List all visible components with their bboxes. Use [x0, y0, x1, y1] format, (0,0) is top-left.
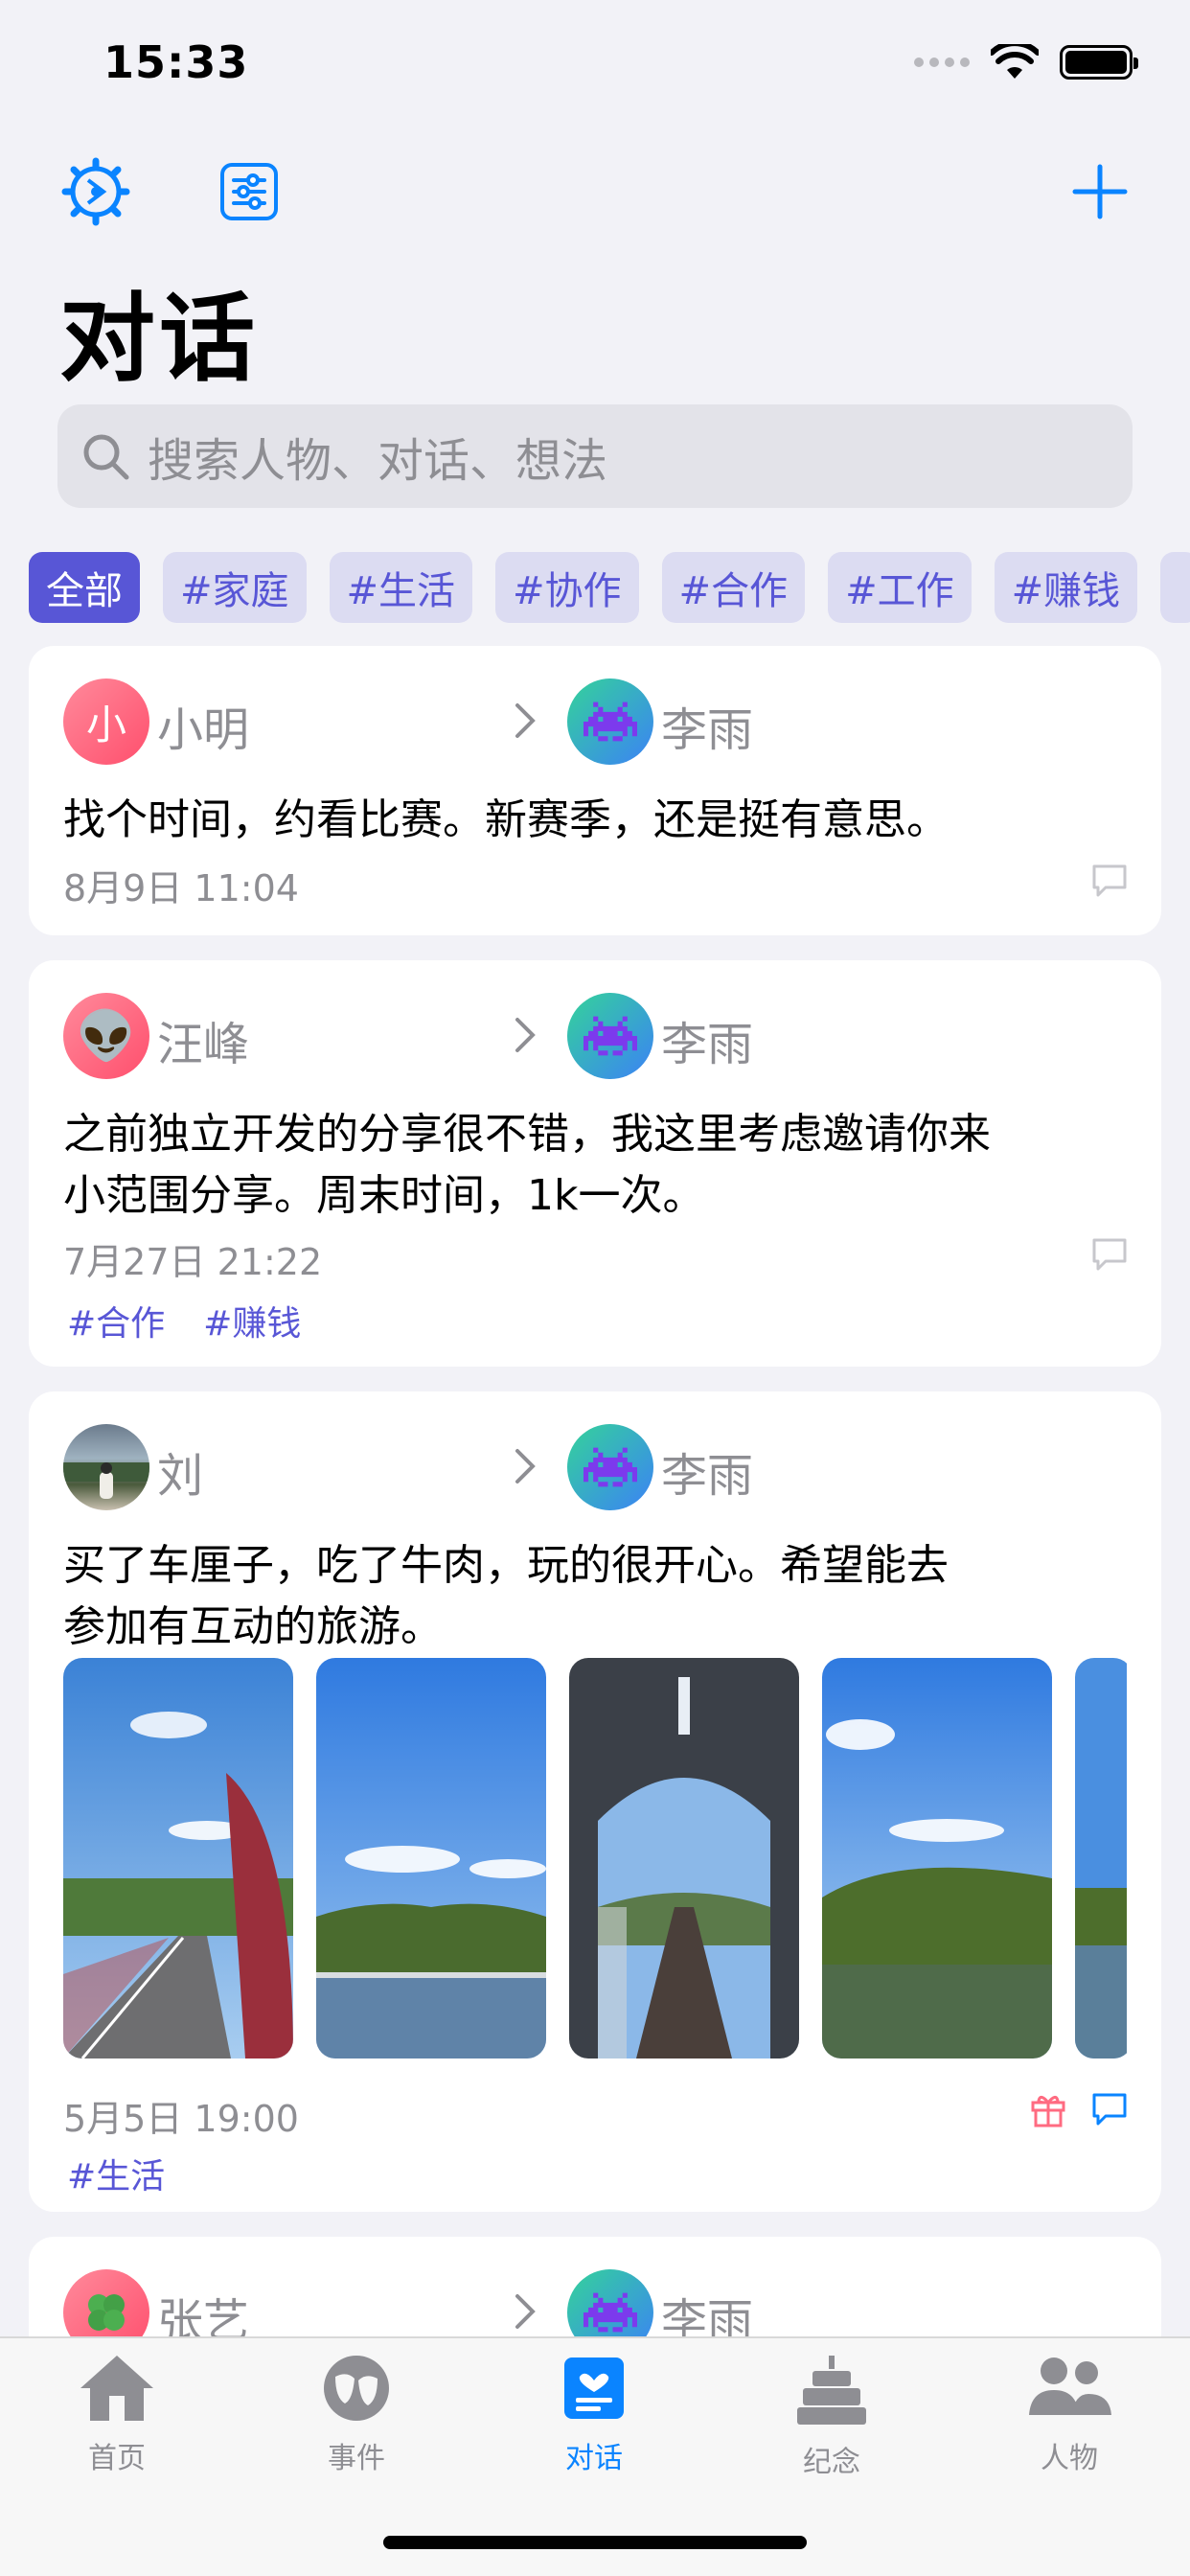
text-line: 找个时间，约看比赛。新赛季，还是挺有意思。 — [63, 795, 949, 844]
photo-thumbnail[interactable] — [316, 1658, 546, 2058]
from-name: 刘 — [157, 1449, 204, 1503]
avatar-initial: 小 — [85, 701, 126, 748]
alien-monster-icon — [584, 1016, 637, 1056]
alien-emoji-icon: 👽 — [76, 1007, 137, 1064]
chip-life[interactable]: #生活 — [329, 552, 473, 623]
chevron-right-icon — [515, 2294, 536, 2329]
from-name: 小明 — [157, 703, 250, 757]
to-name: 李雨 — [661, 1018, 754, 1071]
people-icon — [1029, 2358, 1111, 2415]
alien-monster-icon — [584, 702, 637, 742]
signal-icon — [914, 58, 970, 67]
chevron-right-icon — [515, 1018, 536, 1052]
tag-list: #合作 #赚钱 — [67, 1296, 301, 1346]
search-icon — [83, 434, 129, 480]
photo-thumbnail[interactable] — [822, 1658, 1052, 2058]
comment-bubble-icon[interactable] — [1090, 862, 1129, 899]
to-name: 李雨 — [661, 1449, 754, 1503]
chip-partner[interactable]: #合作 — [661, 552, 806, 623]
profile-photo — [63, 1462, 149, 1499]
page-title: 对话 — [59, 283, 259, 395]
battery-icon — [1060, 45, 1138, 80]
message-heart-icon — [564, 2358, 624, 2419]
status-bar: 15:33 — [0, 0, 1190, 125]
avatar[interactable] — [567, 1424, 653, 1510]
text-line: 之前独立开发的分享很不错，我这里考虑邀请你来 — [63, 1110, 991, 1159]
settings-gear-icon[interactable] — [57, 153, 134, 230]
participants-row: 小 小明 李雨 — [63, 678, 1127, 767]
tab-label: 事件 — [328, 2442, 385, 2475]
chip-family[interactable]: #家庭 — [163, 552, 307, 623]
participants-row: 刘 李雨 — [63, 1424, 1127, 1512]
photo-thumbnail[interactable] — [63, 1658, 293, 2058]
conversation-text: 买了车厘子，吃了牛肉，玩的很开心。希望能去 参加有互动的旅游。 — [63, 1535, 1127, 1658]
gift-icon[interactable] — [1029, 2091, 1067, 2128]
tab-events[interactable]: 事件 — [261, 2352, 452, 2496]
avatar[interactable] — [567, 993, 653, 1079]
conversation-date: 5月5日 19:00 — [63, 2098, 299, 2140]
avatar[interactable]: 小 — [63, 678, 149, 765]
chip-more[interactable] — [1160, 552, 1190, 623]
avatar[interactable] — [567, 678, 653, 765]
tab-label: 首页 — [88, 2442, 146, 2475]
add-plus-icon[interactable] — [1062, 153, 1138, 230]
tab-people[interactable]: 人物 — [973, 2352, 1165, 2496]
to-name: 李雨 — [661, 703, 754, 757]
wifi-icon — [991, 44, 1039, 79]
chevron-right-icon — [515, 1449, 536, 1484]
text-line: 小范围分享。周末时间，1k一次。 — [63, 1171, 705, 1220]
tab-label: 人物 — [1041, 2442, 1098, 2475]
photo-thumbnail[interactable] — [569, 1658, 799, 2058]
chip-all[interactable]: 全部 — [29, 552, 140, 623]
tag-list: #生活 — [67, 2149, 165, 2198]
alien-monster-icon — [584, 1447, 637, 1487]
photo-strip[interactable] — [63, 1658, 1127, 2060]
tab-label: 纪念 — [803, 2446, 860, 2479]
chevron-right-icon — [515, 703, 536, 738]
text-line: 参加有互动的旅游。 — [63, 1602, 443, 1651]
avatar[interactable] — [63, 1424, 149, 1510]
tab-anniversary[interactable]: 纪念 — [736, 2352, 927, 2496]
search-placeholder: 搜索人物、对话、想法 — [148, 434, 608, 488]
tag[interactable]: #生活 — [67, 2149, 165, 2198]
tag[interactable]: #合作 — [67, 1296, 165, 1346]
tab-conversations[interactable]: 对话 — [498, 2352, 690, 2496]
avatar[interactable]: 👽 — [63, 993, 149, 1079]
tab-label: 对话 — [565, 2442, 623, 2475]
comment-bubble-icon[interactable] — [1090, 1236, 1129, 1273]
conversation-date: 8月9日 11:04 — [63, 867, 299, 909]
chip-collab[interactable]: #协作 — [495, 552, 639, 623]
search-bar[interactable]: 搜索人物、对话、想法 — [57, 404, 1133, 508]
from-name: 汪峰 — [157, 1018, 250, 1071]
status-time: 15:33 — [103, 36, 249, 88]
photo-thumbnail[interactable] — [1075, 1658, 1127, 2058]
filter-chips: 全部 #家庭 #生活 #协作 #合作 #工作 #赚钱 — [29, 552, 1190, 625]
house-icon — [80, 2356, 153, 2421]
conversation-text: 之前独立开发的分享很不错，我这里考虑邀请你来 小范围分享。周末时间，1k一次。 — [63, 1104, 1127, 1227]
text-line: 买了车厘子，吃了牛肉，玩的很开心。希望能去 — [63, 1541, 949, 1590]
participants-row: 👽 汪峰 李雨 — [63, 993, 1127, 1081]
tag[interactable]: #赚钱 — [203, 1296, 301, 1346]
comment-bubble-icon[interactable] — [1090, 2091, 1129, 2128]
theater-masks-icon — [324, 2356, 389, 2421]
clover-icon — [88, 2294, 125, 2331]
chip-money[interactable]: #赚钱 — [994, 552, 1138, 623]
chip-work[interactable]: #工作 — [828, 552, 972, 623]
conversation-text: 找个时间，约看比赛。新赛季，还是挺有意思。 — [63, 790, 1127, 851]
conversation-date: 7月27日 21:22 — [63, 1241, 323, 1283]
alien-monster-icon — [584, 2292, 637, 2333]
conversation-card[interactable]: 刘 李雨 买了车厘子，吃了牛肉，玩的很开心。希望能去 参加有互动的旅游。 5月5… — [29, 1392, 1161, 2212]
conversation-card[interactable]: 小 小明 李雨 找个时间，约看比赛。新赛季，还是挺有意思。 8月9日 11:04 — [29, 646, 1161, 935]
status-indicators — [914, 44, 1138, 80]
conversation-card[interactable]: 👽 汪峰 李雨 之前独立开发的分享很不错，我这里考虑邀请你来 小范围分享。周末时… — [29, 960, 1161, 1367]
birthday-cake-icon — [797, 2356, 866, 2425]
top-bar — [0, 153, 1190, 230]
home-indicator[interactable] — [383, 2536, 807, 2549]
filter-sliders-icon[interactable] — [211, 153, 287, 230]
tab-home[interactable]: 首页 — [21, 2352, 213, 2496]
